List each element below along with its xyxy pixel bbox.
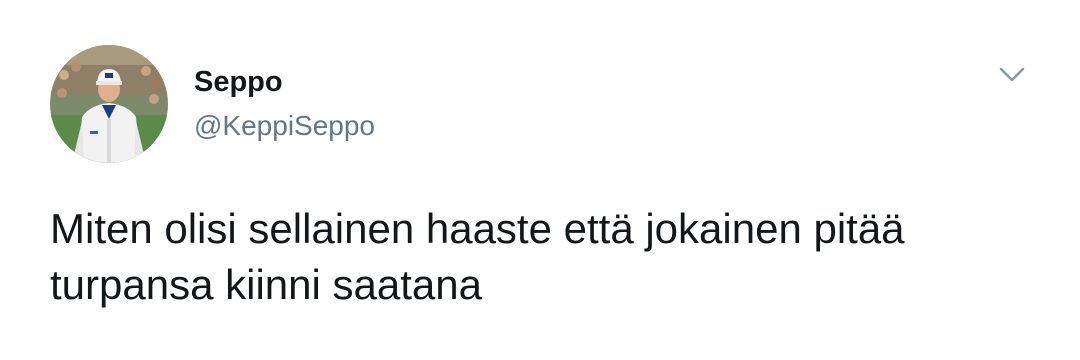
tweet-text: Miten olisi sellainen haaste että jokain…: [50, 205, 905, 308]
avatar-photo: [50, 45, 168, 163]
avatar[interactable]: [50, 45, 168, 163]
tweet-card: Seppo @KeppiSeppo Miten olisi sellainen …: [0, 0, 1080, 360]
author-display-name[interactable]: Seppo: [194, 64, 283, 100]
author-handle[interactable]: @KeppiSeppo: [194, 108, 375, 144]
chevron-down-icon[interactable]: [996, 62, 1028, 86]
